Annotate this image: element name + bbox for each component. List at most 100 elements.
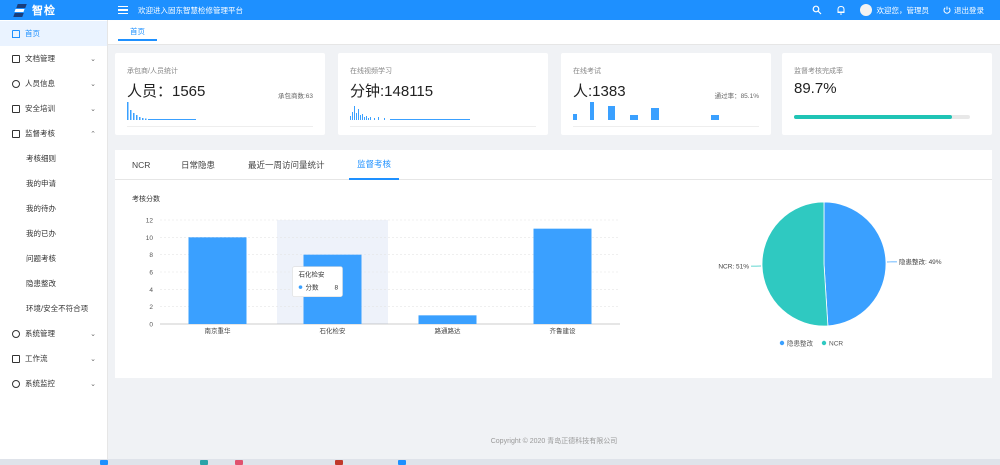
chart-tooltip: 石化检安分数 8 xyxy=(292,266,343,297)
card-title: 承包商/人员统计 xyxy=(127,68,178,75)
bar[interactable] xyxy=(418,315,477,324)
sidebar-item-training[interactable]: 安全培训 ⌄ xyxy=(0,96,107,121)
bar[interactable] xyxy=(188,237,247,324)
exam-sparkline xyxy=(573,102,719,120)
sidebar-subitem-issue-audit[interactable]: 问题考核 xyxy=(0,246,107,271)
tab-ncr[interactable]: NCR xyxy=(127,150,155,180)
taskbar-app-icon[interactable] xyxy=(200,460,208,465)
tooltip-series: 分数 xyxy=(306,283,320,292)
tab-weekly-visits[interactable]: 最近一周访问量统计 xyxy=(243,150,330,180)
y-tick-label: 2 xyxy=(149,304,153,311)
document-icon xyxy=(12,54,20,63)
sidebar-item-audit[interactable]: 监督考核 ⌃ xyxy=(0,121,107,146)
sidebar-item-system[interactable]: 系统管理 ⌄ xyxy=(0,321,107,346)
chevron-down-icon: ⌄ xyxy=(90,330,96,338)
home-icon xyxy=(12,29,20,38)
y-tick-label: 12 xyxy=(146,218,154,225)
monitor-icon xyxy=(12,379,20,388)
top-header: 智检 欢迎进入固东智慧检修管理平台 欢迎您，管理员 退出登录 xyxy=(0,0,1000,20)
completion-progress-fill xyxy=(794,115,952,119)
legend-marker xyxy=(821,340,827,346)
chevron-down-icon: ⌄ xyxy=(90,80,96,88)
sidebar-item-workflow[interactable]: 工作流 ⌄ xyxy=(0,346,107,371)
card-side-text: 通过率：85.1% xyxy=(714,93,759,100)
taskbar-app-icon[interactable] xyxy=(100,460,108,465)
tab-home[interactable]: 首页 xyxy=(118,24,157,41)
contractors-sparkline xyxy=(127,102,196,120)
sidebar-subitem-rules[interactable]: 考核细则 xyxy=(0,146,107,171)
x-tick-label: 路通路达 xyxy=(435,326,462,335)
pie-slice-label: 隐患整改: 49% xyxy=(899,257,942,266)
x-tick-label: 石化检安 xyxy=(320,326,347,335)
chevron-up-icon: ⌃ xyxy=(90,130,96,138)
sidebar-subitem-nonconformity[interactable]: 环境/安全不符合项 xyxy=(0,296,107,321)
y-tick-label: 4 xyxy=(149,287,153,294)
card-value: 分钟:148115 xyxy=(350,83,434,100)
footer-copyright: Copyright © 2020 青岛正德科技有限公司 xyxy=(490,438,618,445)
sidebar-item-monitor[interactable]: 系统监控 ⌄ xyxy=(0,371,107,396)
card-side-text: 承包商数:63 xyxy=(277,93,313,100)
workflow-icon xyxy=(12,354,20,363)
panel-tabs: NCR 日常隐患 最近一周访问量统计 监督考核 xyxy=(115,150,992,180)
sidebar-item-label: 系统管理 xyxy=(25,329,55,338)
logout-icon xyxy=(943,6,951,14)
app-logo: 智检 xyxy=(0,0,108,20)
taskbar-app-icon[interactable] xyxy=(335,460,343,465)
tab-audit[interactable]: 监督考核 xyxy=(349,150,400,180)
avatar xyxy=(859,4,872,16)
stat-card-contractors: 承包商/人员统计 人员：1565 承包商数:63 xyxy=(115,53,325,135)
pie-slice[interactable] xyxy=(761,201,829,327)
main-panel: NCR 日常隐患 最近一周访问量统计 监督考核 考核分数 0 2 4 6 8 10 12 南京… xyxy=(115,150,992,378)
stat-card-audit-completion: 监督考核完成率 89.7% xyxy=(782,53,992,135)
pie-slice[interactable] xyxy=(823,201,887,327)
user-menu[interactable]: 欢迎您，管理员 xyxy=(859,4,930,16)
sidebar-item-documents[interactable]: 文档管理 ⌄ xyxy=(0,46,107,71)
y-tick-label: 10 xyxy=(146,235,154,242)
legend-label[interactable]: NCR xyxy=(829,340,843,347)
audit-score-bar-chart: 024681012南京重华 石化检安 路通路达 齐鲁建设石化检安分数 8 xyxy=(146,218,620,335)
bar[interactable] xyxy=(533,228,592,324)
logo-mark-icon xyxy=(13,3,27,17)
stat-card-exam: 在线考试 人:1383 通过率：85.1% xyxy=(561,53,771,135)
logout-button[interactable]: 退出登录 xyxy=(943,5,984,16)
bar-chart-title: 考核分数 xyxy=(132,196,160,203)
audit-icon xyxy=(12,129,20,138)
hazard-ncr-pie-chart: 隐患整改: 49% NCR: 51% 隐患整改 NCR xyxy=(718,201,942,347)
card-value: 89.7% xyxy=(794,80,837,97)
tab-daily-hazard[interactable]: 日常隐患 xyxy=(176,150,220,180)
taskbar-app-icon[interactable] xyxy=(235,460,243,465)
sidebar-subitem-hazard-rectify[interactable]: 隐患整改 xyxy=(0,271,107,296)
legend-label[interactable]: 隐患整改 xyxy=(787,338,814,347)
settings-icon xyxy=(12,329,20,338)
training-icon xyxy=(12,104,20,113)
logout-label: 退出登录 xyxy=(954,5,984,15)
sidebar-item-home[interactable]: 首页 xyxy=(0,21,107,46)
sidebar-item-label: 文档管理 xyxy=(25,54,55,63)
sidebar-item-label: 首页 xyxy=(25,29,40,38)
sidebar-subitem-my-done[interactable]: 我的已办 xyxy=(0,221,107,246)
legend-marker xyxy=(779,340,785,346)
search-icon[interactable] xyxy=(812,5,822,15)
sidebar-item-personnel[interactable]: 人员信息 ⌄ xyxy=(0,71,107,96)
taskbar-app-icon[interactable] xyxy=(398,460,406,465)
y-tick-label: 6 xyxy=(149,270,153,277)
card-title: 在线视频学习 xyxy=(350,68,392,75)
sidebar-item-label: 系统监控 xyxy=(25,379,55,388)
sidebar-subitem-my-todo[interactable]: 我的待办 xyxy=(0,196,107,221)
y-tick-label: 8 xyxy=(149,252,153,259)
sidebar-item-label: 安全培训 xyxy=(25,104,55,113)
sidebar-subitem-my-requests[interactable]: 我的申请 xyxy=(0,171,107,196)
card-value: 人:1383 xyxy=(573,83,626,100)
video-sparkline xyxy=(350,106,470,120)
bell-icon[interactable] xyxy=(836,5,846,15)
completion-progress-bar xyxy=(794,115,970,119)
sidebar: 首页 文档管理 ⌄ 人员信息 ⌄ 安全培训 ⌄ 监督考核 ⌃ 考核细则 我的申请… xyxy=(0,20,108,465)
chevron-down-icon: ⌄ xyxy=(90,380,96,388)
x-tick-label: 南京重华 xyxy=(205,326,232,335)
chevron-down-icon: ⌄ xyxy=(90,55,96,63)
y-tick-label: 0 xyxy=(149,322,153,329)
card-value: 人员：1565 xyxy=(127,83,206,100)
menu-toggle-icon[interactable] xyxy=(118,6,128,14)
user-greeting: 欢迎您，管理员 xyxy=(876,5,930,15)
sidebar-item-label: 监督考核 xyxy=(25,129,55,138)
